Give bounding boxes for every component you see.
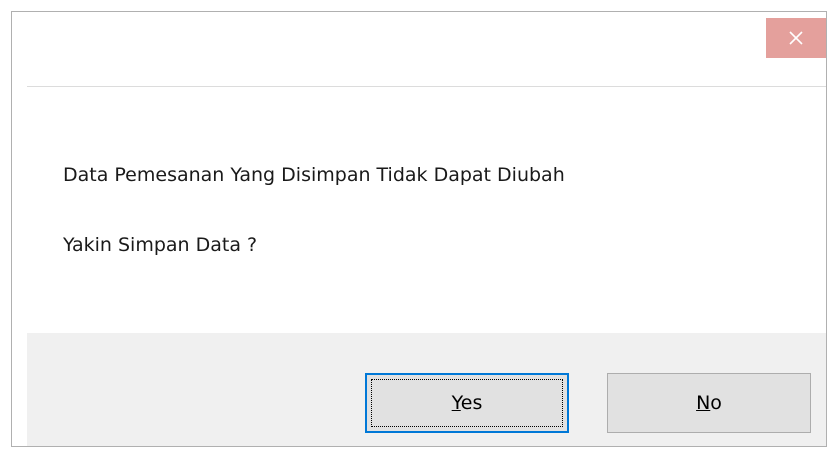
no-button[interactable]: No: [607, 373, 811, 433]
close-icon: [789, 31, 803, 45]
confirm-dialog: Data Pemesanan Yang Disimpan Tidak Dapat…: [11, 11, 827, 447]
no-label-rest: o: [710, 392, 722, 414]
focus-rectangle: [371, 379, 563, 427]
dialog-titlebar: [12, 12, 826, 86]
no-button-label: No: [696, 392, 722, 414]
dialog-message-area: Data Pemesanan Yang Disimpan Tidak Dapat…: [27, 86, 826, 333]
yes-button[interactable]: Yes: [365, 373, 569, 433]
no-accelerator: N: [696, 392, 711, 414]
message-line-1: Data Pemesanan Yang Disimpan Tidak Dapat…: [63, 164, 565, 186]
close-button[interactable]: [766, 18, 826, 58]
dialog-button-bar: Yes No: [27, 333, 826, 446]
message-line-2: Yakin Simpan Data ?: [63, 234, 258, 256]
